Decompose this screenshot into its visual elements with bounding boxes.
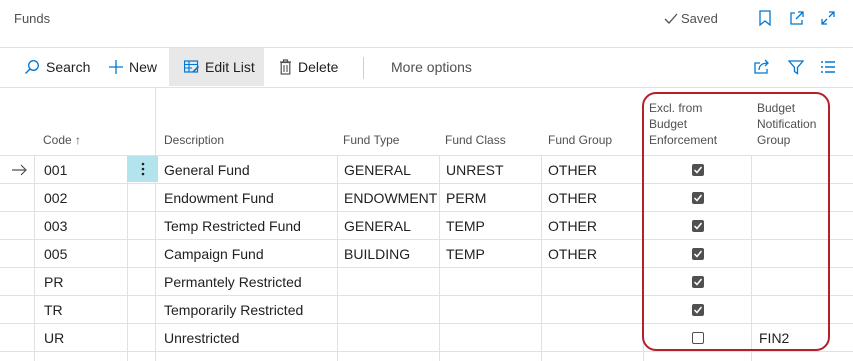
column-header-budget-notification-group[interactable]: Budget Notification Group	[757, 100, 816, 148]
cell-description[interactable]: Temporarily Restricted	[164, 302, 303, 318]
search-icon	[25, 60, 39, 74]
column-header-fund-class[interactable]: Fund Class	[445, 132, 506, 148]
column-header-excl-budget-enforcement[interactable]: Excl. from Budget Enforcement	[649, 100, 717, 148]
excl-checkbox[interactable]	[692, 248, 704, 260]
excl-header-line-1: Excl. from	[649, 101, 703, 115]
notif-header-line-1: Budget	[757, 101, 796, 115]
edit-list-label: Edit List	[205, 59, 255, 75]
cell-fund-group[interactable]: OTHER	[548, 218, 597, 234]
cell-fund-class[interactable]: TEMP	[446, 218, 485, 234]
cell-code[interactable]: PR	[44, 274, 63, 290]
column-header-code-label: Code	[43, 133, 72, 147]
table-row[interactable]: TR Temporarily Restricted	[0, 296, 853, 324]
cell-fund-group[interactable]: OTHER	[548, 162, 597, 178]
cell-code[interactable]: TR	[44, 302, 63, 318]
delete-label: Delete	[298, 59, 339, 75]
cell-fund-type[interactable]: GENERAL	[344, 162, 411, 178]
new-label: New	[129, 59, 158, 75]
cell-fund-group[interactable]: OTHER	[548, 190, 597, 206]
cell-code[interactable]: 001	[44, 162, 67, 178]
cell-code[interactable]: 002	[44, 190, 67, 206]
saved-label: Saved	[681, 11, 718, 26]
trash-icon	[280, 59, 291, 75]
excl-checkbox[interactable]	[692, 220, 704, 232]
cell-code[interactable]: UR	[44, 330, 64, 346]
column-header-fund-type[interactable]: Fund Type	[343, 132, 399, 148]
excl-checkbox[interactable]	[692, 164, 704, 176]
table-row[interactable]: 001 General Fund GENERAL UNREST OTHER	[0, 156, 853, 184]
cell-description[interactable]: Permantely Restricted	[164, 274, 302, 290]
cell-fund-group[interactable]: OTHER	[548, 246, 597, 262]
cell-fund-type[interactable]: BUILDING	[344, 246, 410, 262]
open-in-new-icon[interactable]	[788, 9, 806, 27]
search-label: Search	[46, 59, 91, 75]
cell-fund-type[interactable]: GENERAL	[344, 218, 411, 234]
excl-header-line-2: Budget	[649, 117, 688, 131]
cell-description[interactable]: Temp Restricted Fund	[164, 218, 301, 234]
search-button[interactable]: Search	[24, 48, 90, 86]
list-view-icon[interactable]	[819, 58, 837, 76]
action-separator	[363, 57, 364, 79]
cell-fund-class[interactable]: PERM	[446, 190, 486, 206]
plus-icon	[109, 60, 123, 74]
table-row[interactable]: 002 Endowment Fund ENDOWMENT PERM OTHER	[0, 184, 853, 212]
filter-icon[interactable]	[787, 58, 805, 76]
cell-fund-class[interactable]: TEMP	[446, 246, 485, 262]
excl-checkbox[interactable]	[692, 332, 704, 344]
new-button[interactable]: New	[109, 48, 157, 86]
notif-header-line-3: Group	[757, 133, 791, 147]
cell-fund-type[interactable]: ENDOWMENT	[344, 190, 437, 206]
cell-description[interactable]: Endowment Fund	[164, 190, 274, 206]
sort-ascending-icon: ↑	[75, 133, 82, 147]
edit-list-icon	[184, 60, 199, 73]
column-header-code[interactable]: Code ↑	[43, 132, 81, 148]
column-header-fund-group[interactable]: Fund Group	[548, 132, 612, 148]
cell-notification-group[interactable]: FIN2	[759, 330, 789, 346]
cell-description[interactable]: Campaign Fund	[164, 246, 264, 262]
cell-code[interactable]: 003	[44, 218, 67, 234]
excl-header-line-3: Enforcement	[649, 133, 718, 147]
table-row[interactable]: UR Unrestricted FIN2	[0, 324, 853, 352]
cell-fund-class[interactable]: UNREST	[446, 162, 504, 178]
bookmark-icon[interactable]	[756, 9, 774, 27]
checkmark-icon	[664, 13, 678, 24]
expand-icon[interactable]	[819, 9, 837, 27]
table-row[interactable]: 003 Temp Restricted Fund GENERAL TEMP OT…	[0, 212, 853, 240]
title-bar: Funds Saved	[0, 0, 853, 38]
share-icon[interactable]	[753, 58, 771, 76]
cell-description[interactable]: General Fund	[164, 162, 250, 178]
page-title: Funds	[14, 11, 51, 26]
more-options-label: More options	[391, 59, 472, 75]
more-options-button[interactable]: More options	[391, 48, 472, 86]
column-header-description[interactable]: Description	[164, 132, 224, 148]
cell-code[interactable]: 005	[44, 246, 67, 262]
table-row[interactable]: 005 Campaign Fund BUILDING TEMP OTHER	[0, 240, 853, 268]
cell-description[interactable]: Unrestricted	[164, 330, 239, 346]
edit-list-button[interactable]: Edit List	[169, 48, 264, 86]
excl-checkbox[interactable]	[692, 192, 704, 204]
table-row[interactable]: PR Permantely Restricted	[0, 268, 853, 296]
saved-status: Saved	[664, 11, 718, 26]
delete-button[interactable]: Delete	[279, 48, 338, 86]
actionbar-divider	[0, 87, 853, 88]
excl-checkbox[interactable]	[692, 276, 704, 288]
notif-header-line-2: Notification	[757, 117, 817, 131]
excl-checkbox[interactable]	[692, 304, 704, 316]
